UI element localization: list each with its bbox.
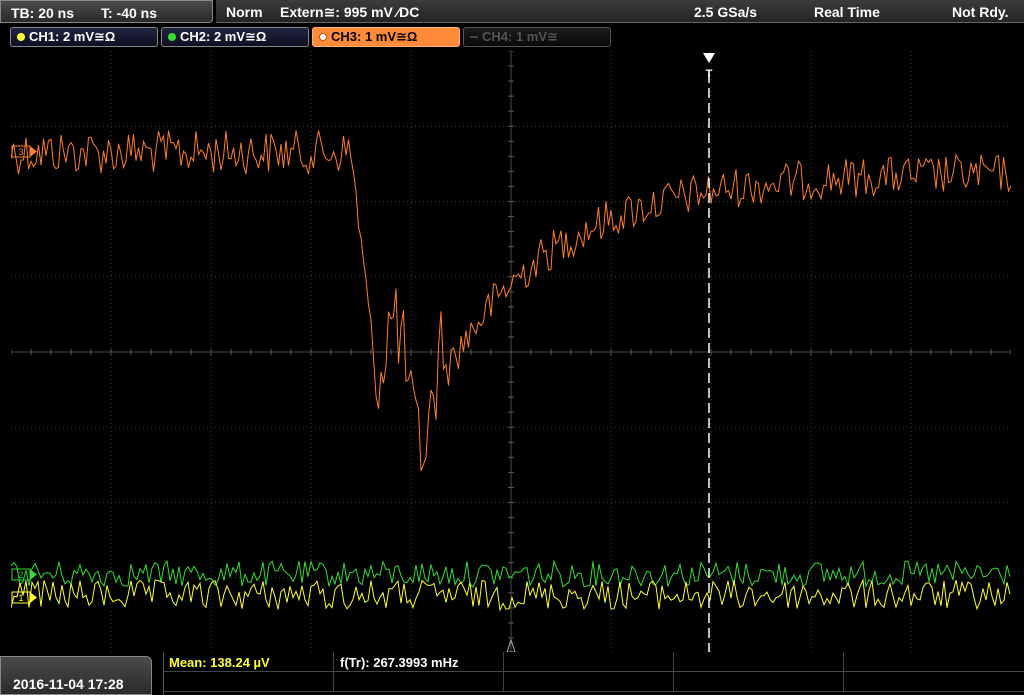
channel-3-marker-label: 3 (18, 147, 23, 157)
channel-4-button[interactable]: CH4: 1 mV≅ (463, 27, 611, 47)
channel-bar: CH1: 2 mV≅Ω CH2: 2 mV≅Ω CH3: 1 mV≅Ω CH4:… (0, 25, 1024, 49)
measurement-cell-empty-7[interactable] (334, 672, 504, 692)
channel-3-label: CH3: 1 mV≅Ω (331, 29, 418, 44)
timebase-panel[interactable]: TB: 20 ns T: -40 ns (0, 0, 213, 23)
channel-2-marker-label: 2 (18, 570, 23, 580)
channel-2-button[interactable]: CH2: 2 mV≅Ω (161, 27, 309, 47)
waveform-display[interactable]: T 3 2 1 (11, 51, 1011, 653)
frequency-measurement: f(Tr): 267.3993 mHz (340, 655, 459, 670)
channel-3-indicator-icon (319, 33, 327, 41)
sample-rate-label: 2.5 GSa/s (694, 4, 758, 20)
timebase-label: TB: 20 ns (11, 5, 75, 21)
mean-measurement: Mean: 138.24 µV (169, 655, 270, 670)
channel-2-label: CH2: 2 mV≅Ω (180, 29, 267, 44)
measurement-cell-mean[interactable]: Mean: 138.24 µV (164, 652, 334, 672)
measurement-cell-empty-10[interactable] (844, 672, 1024, 692)
datetime-panel: 2016-11-04 17:28 (0, 656, 152, 695)
channel-1-offset-marker[interactable]: 1 (11, 591, 37, 604)
acquisition-mode-label: Real Time (814, 4, 880, 20)
trigger-marker-icon[interactable]: T (703, 53, 715, 80)
top-status-bar: TB: 20 ns T: -40 ns Norm Extern≅: 995 mV… (0, 0, 1024, 25)
channel-1-marker-label: 1 (18, 593, 23, 603)
trigger-marker-label: T (706, 68, 713, 80)
trigger-position-label: T: -40 ns (101, 5, 158, 21)
measurement-cell-empty-9[interactable] (674, 672, 844, 692)
channel-1-label: CH1: 2 mV≅Ω (29, 29, 116, 44)
measurement-cell-empty-8[interactable] (504, 672, 674, 692)
measurement-cell-empty-3[interactable] (504, 652, 674, 672)
measurement-panel: Mean: 138.24 µV f(Tr): 267.3993 mHz (163, 652, 1024, 695)
measurement-cell-empty-6[interactable] (164, 672, 334, 692)
measurement-cell-empty-5[interactable] (844, 652, 1024, 672)
status-label: Not Rdy. (952, 4, 1009, 20)
measurement-cell-frequency[interactable]: f(Tr): 267.3993 mHz (334, 652, 504, 672)
channel-1-indicator-icon (17, 33, 25, 41)
channel-4-indicator-icon (470, 36, 478, 38)
acquisition-panel[interactable]: Norm Extern≅: 995 mV ∕DC 2.5 GSa/s Real … (216, 0, 1024, 23)
trigger-source-label: Extern≅: 995 mV ∕DC (280, 4, 420, 20)
trigger-mode-label: Norm (226, 4, 263, 20)
datetime-label: 2016-11-04 17:28 (13, 676, 124, 692)
measurement-cell-empty-4[interactable] (674, 652, 844, 672)
channel-2-indicator-icon (168, 33, 176, 41)
channel-1-button[interactable]: CH1: 2 mV≅Ω (10, 27, 158, 47)
channel-3-button[interactable]: CH3: 1 mV≅Ω (312, 27, 460, 47)
channel-4-label: CH4: 1 mV≅ (482, 29, 558, 44)
